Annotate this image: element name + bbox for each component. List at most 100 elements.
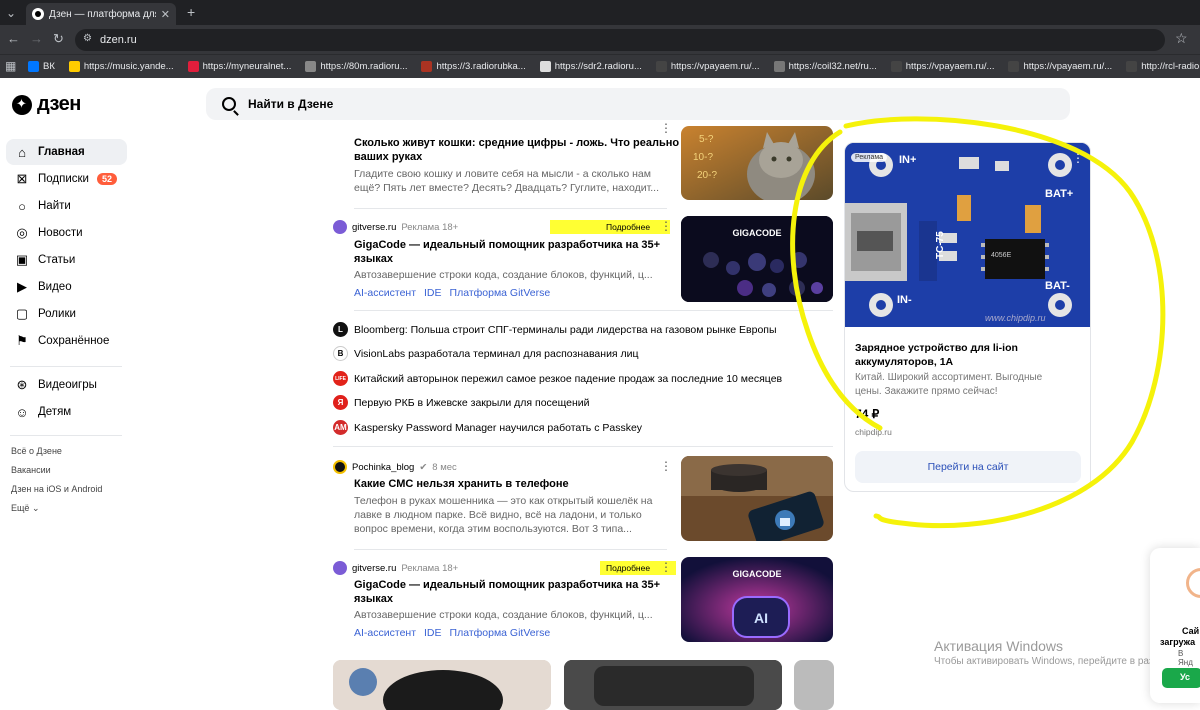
card-menu-icon[interactable]: ⋮ [660,459,672,473]
news-icon: ◎ [16,225,28,240]
reload-icon[interactable]: ↻ [53,31,64,47]
card-title[interactable]: Какие СМС нельзя хранить в телефоне [354,477,569,491]
sidebar-item-5[interactable]: ▣ Статьи [6,247,127,273]
news-item[interactable]: LIFE Китайский авторынок пережил самое ре… [333,371,782,386]
cat-number: 10-? [693,152,713,163]
ad-tags: AI-ассистент IDE Платформа GitVerse [354,287,550,299]
bookmark-star-icon[interactable]: ☆ [1175,30,1188,47]
site-info-icon[interactable]: ⚙ [83,33,92,44]
bookmark-item[interactable]: https://music.yande... [68,61,174,72]
new-tab-icon[interactable]: + [187,4,195,20]
bookmark-favicon-icon [773,61,785,72]
card-menu-icon[interactable]: ⋮ [660,121,672,135]
sidebar-item-7[interactable]: ▢ Ролики [6,301,127,327]
card-menu-icon[interactable]: ⋮ [660,219,672,233]
sidebar-item-label: Сохранённое [38,335,110,347]
gigacode-thumbnail[interactable]: AI GIGACODE [681,557,833,642]
gigacode-logo-text: GIGACODE [732,228,781,238]
yellow-circle-annotation [790,116,1166,529]
bookmark-favicon-icon [68,61,80,72]
sidebar-item-6[interactable]: ▶ Видео [6,274,127,300]
footer-link-apps[interactable]: Дзен на iOS и Android [11,484,102,494]
sidebar-item-label: Статьи [38,254,76,266]
bookmark-label: http://rcl-radio.ru/?... [1141,61,1200,72]
sidebar-item-label: Видео [38,281,72,293]
bookmark-item[interactable]: https://myneuralnet... [187,61,291,72]
sidebar-item-1[interactable]: ⌂ Главная [6,139,127,165]
ad-tag[interactable]: AI-ассистент [354,627,416,639]
popup-accept-button[interactable]: Ус [1162,668,1200,688]
ad-tag[interactable]: IDE [424,627,442,639]
sidebar-item-label: Подписки [38,173,89,185]
bookmark-icon: ⚑ [16,333,28,348]
sidebar-item-2[interactable]: ⊠ Подписки 52 [6,166,127,192]
news-item[interactable]: AM Kaspersky Password Manager научился ра… [333,420,642,435]
ad-tags: AI-ассистент IDE Платформа GitVerse [354,627,550,639]
cat-number: 5-? [699,134,714,145]
bookmark-label: https://coil32.net/ru... [788,61,877,72]
search-icon [222,97,236,111]
feed-divider [354,310,833,311]
sidebar-item-4[interactable]: ◎ Новости [6,220,127,246]
ad-tag[interactable]: AI-ассистент [354,287,416,299]
footer-link-more[interactable]: Ещё ⌄ [11,503,39,514]
card-source[interactable]: Pochinka_blog [352,462,414,473]
tab-title: Дзен — платформа для прос [49,8,156,20]
cookie-popup-partial: Сай загружа В Янд Ус [1150,548,1200,703]
sidebar-item-label: Найти [38,200,71,212]
card-desc-line: лавке в людном парке. Всё видно, всё на … [354,509,642,521]
sidebar-item-label: Видеоигры [38,379,97,391]
sidebar-item-8[interactable]: ⚑ Сохранённое [6,328,127,354]
bookmark-item[interactable]: https://vpayaem.ru/... [890,61,994,72]
ad-title[interactable]: GigaCode — идеальный помощник разработчи… [354,238,660,266]
sidebar-item-9[interactable]: ⊛ Видеоигры [6,372,127,398]
bookmark-favicon-icon [539,61,551,72]
apps-grid-icon[interactable]: ▦ [5,59,16,73]
tab-search-icon[interactable]: ⌄ [6,6,16,20]
ad-title[interactable]: GigaCode — идеальный помощник разработчи… [354,578,660,606]
back-icon[interactable]: ← [7,31,20,46]
dzen-logo[interactable]: дзен [12,93,81,116]
news-source-icon: Я [333,395,348,410]
news-item[interactable]: L Bloomberg: Польша строит СПГ-терминалы … [333,322,777,337]
sidebar-item-label: Новости [38,227,83,239]
bookmark-item[interactable]: https://vpayaem.ru/... [655,61,760,72]
card-desc-line: Гладите свою кошку и ловите себя на мысл… [354,168,651,180]
sidebar-item-10[interactable]: ☺ Детям [6,399,127,425]
ad-more-link[interactable]: Подробнее [606,563,650,573]
bookmark-item[interactable]: ВК [28,61,55,72]
card-menu-icon[interactable]: ⋮ [660,560,672,574]
bookmark-label: https://3.radiorubka... [436,61,526,72]
bookmark-item[interactable]: https://sdr2.radioru... [539,61,642,72]
ad-source[interactable]: gitverse.ru [352,563,396,574]
news-item[interactable]: Я Первую РКБ в Ижевске закрыли для посеще… [333,395,590,410]
ad-tag[interactable]: IDE [424,287,442,299]
news-item[interactable]: B VisionLabs разработала терминал для рас… [333,346,639,361]
ad-title-line: GigaCode — идеальный помощник разработчи… [354,579,661,591]
browser-tab-active[interactable]: Дзен — платформа для прос ✕ [26,3,176,25]
close-tab-icon[interactable]: ✕ [161,8,170,21]
popup-icon [1186,568,1200,598]
bookmark-item[interactable]: https://80m.radioru... [305,61,407,72]
ad-source[interactable]: gitverse.ru [352,222,396,233]
address-bar-row: ← → ↻ ⚙ dzen.ru ☆ [0,25,1200,54]
sidebar-item-3[interactable]: ○ Найти [6,193,127,219]
feed-divider [354,208,667,209]
forward-icon[interactable]: → [30,31,43,46]
footer-link-jobs[interactable]: Вакансии [11,465,51,475]
ad-tag[interactable]: Платформа GitVerse [450,627,551,639]
gitverse-avatar-icon [333,220,347,234]
bookmark-item[interactable]: http://rcl-radio.ru/?... [1126,61,1200,72]
windows-activation-title: Активация Windows [934,638,1064,654]
ad-tag[interactable]: Платформа GitVerse [450,287,551,299]
ad-meta: gitverse.ru Реклама 18+ [333,561,458,575]
ad-more-link[interactable]: Подробнее [606,222,650,232]
footer-link-about[interactable]: Всё о Дзене [11,446,62,456]
home-icon: ⌂ [18,144,26,160]
dzen-logo-icon [12,94,32,115]
bookmark-item[interactable]: https://vpayaem.ru/... [1008,61,1112,72]
bookmark-item[interactable]: https://3.radiorubka... [421,61,526,72]
bookmark-item[interactable]: https://coil32.net/ru... [773,61,877,72]
url-field[interactable]: ⚙ dzen.ru [75,29,1165,51]
card-title[interactable]: Сколько живут кошки: средние цифры - лож… [354,136,689,164]
